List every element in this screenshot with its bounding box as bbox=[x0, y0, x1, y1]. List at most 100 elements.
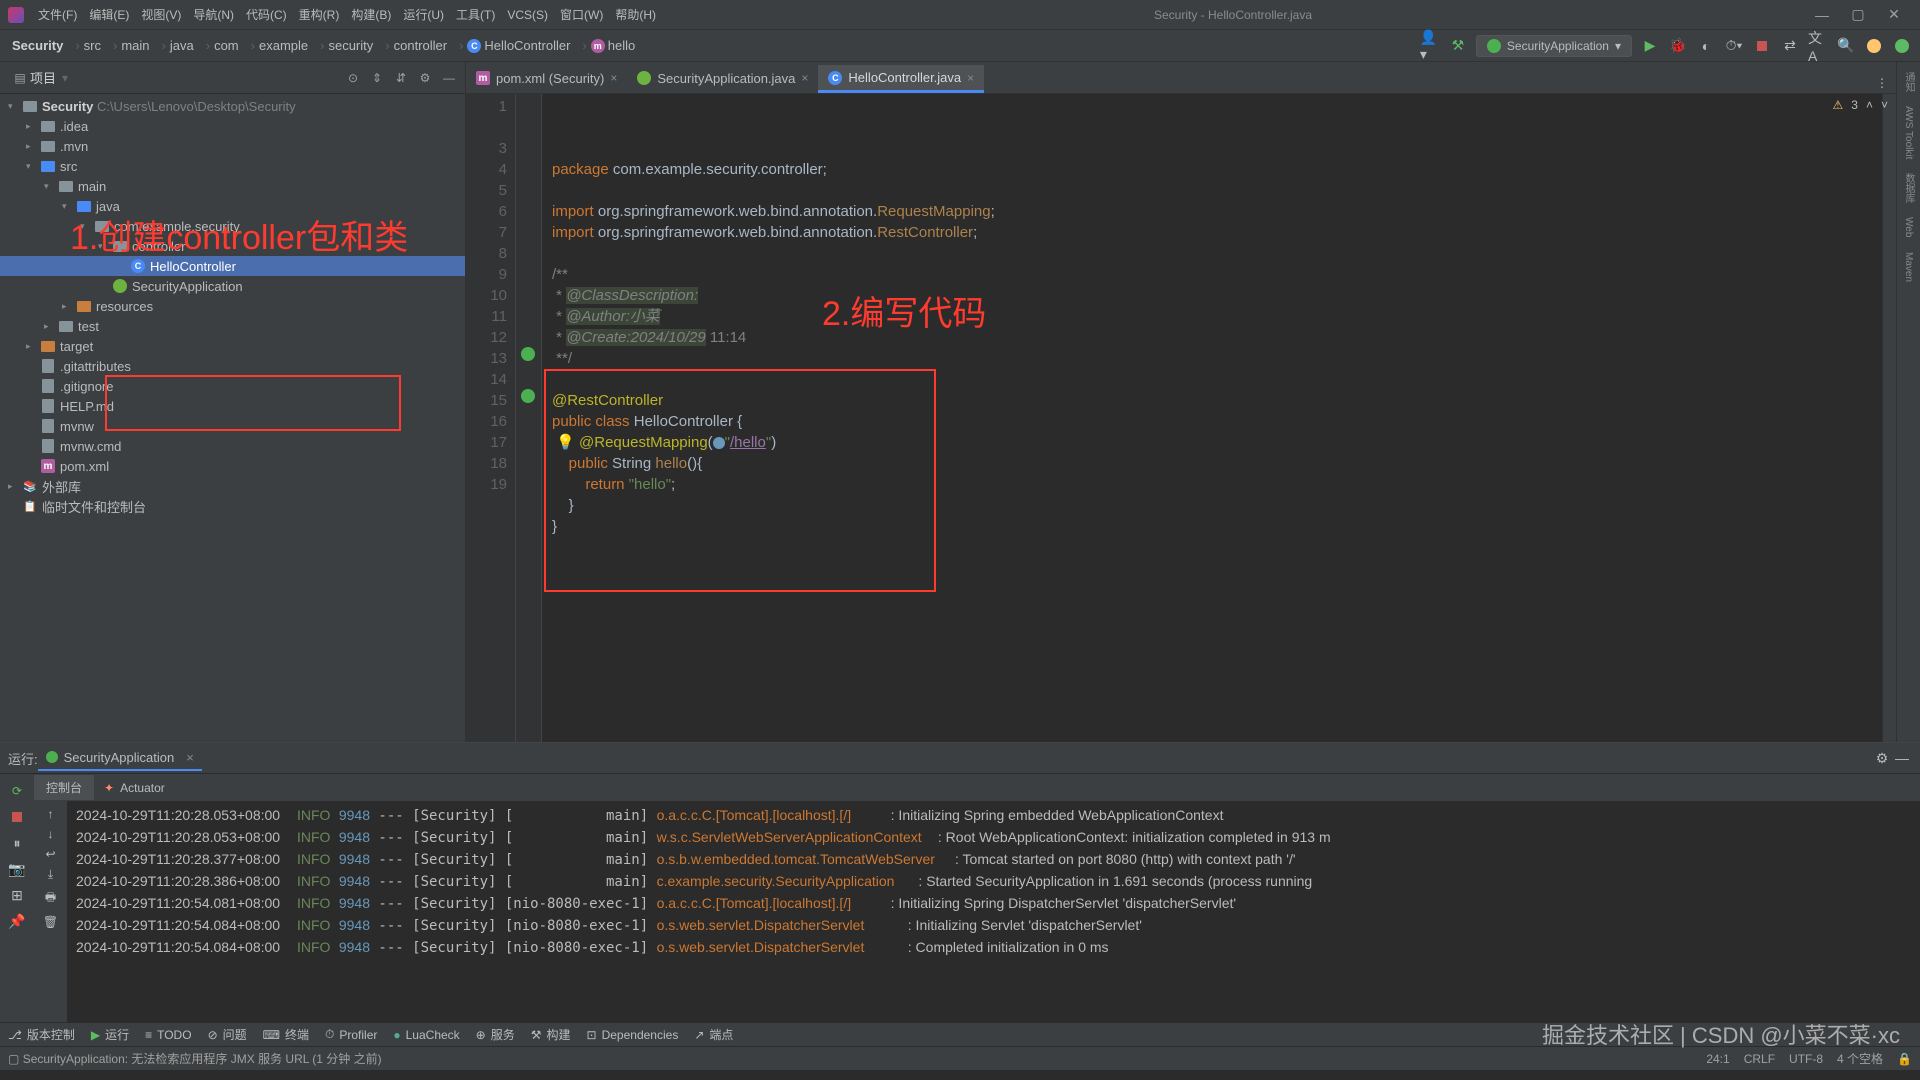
tab-hello-controller[interactable]: CHelloController.java× bbox=[818, 65, 984, 93]
web-tool[interactable]: Web bbox=[1903, 217, 1914, 237]
problems-tool[interactable]: ⊘问题 bbox=[208, 1026, 247, 1043]
bulb-icon[interactable]: 💡 bbox=[556, 434, 575, 451]
maximize-button[interactable]: ▢ bbox=[1840, 4, 1876, 26]
terminal-tool[interactable]: ⌨终端 bbox=[263, 1026, 309, 1043]
run-config-selector[interactable]: SecurityApplication ▾ bbox=[1476, 35, 1632, 57]
crumb-class[interactable]: HelloController bbox=[484, 38, 570, 53]
next-highlight-icon[interactable]: ˅ bbox=[1881, 98, 1888, 112]
clear-icon[interactable]: 🗑 bbox=[43, 915, 58, 929]
hide-icon[interactable]: — bbox=[439, 68, 459, 88]
tree-scratch[interactable]: 📋临时文件和控制台 bbox=[0, 496, 465, 516]
crumb-com[interactable]: com bbox=[214, 38, 239, 53]
file-encoding[interactable]: UTF-8 bbox=[1789, 1052, 1823, 1066]
hide-icon[interactable]: — bbox=[1892, 748, 1912, 768]
prev-highlight-icon[interactable]: ˄ bbox=[1866, 98, 1873, 112]
project-header-title[interactable]: 项目 bbox=[30, 68, 56, 87]
camera-icon[interactable]: 📷 bbox=[7, 859, 27, 879]
menu-view[interactable]: 视图(V) bbox=[135, 6, 187, 23]
build-hammer-icon[interactable]: ⚒ bbox=[1448, 36, 1468, 56]
tab-pom[interactable]: mpom.xml (Security)× bbox=[466, 65, 627, 93]
profiler-tool[interactable]: ⏱Profiler bbox=[325, 1027, 377, 1042]
search-icon[interactable]: 🔍 bbox=[1836, 36, 1856, 56]
rerun-button[interactable]: ⟳ bbox=[12, 784, 22, 798]
attach-debugger-icon[interactable]: ⏸ bbox=[7, 833, 27, 853]
pin-icon[interactable]: 📌 bbox=[7, 911, 27, 931]
database-tool[interactable]: 数据库 bbox=[1901, 173, 1916, 203]
todo-tool[interactable]: ≡TODO bbox=[145, 1028, 191, 1042]
minimize-button[interactable]: — bbox=[1804, 4, 1840, 26]
down-icon[interactable]: ↓ bbox=[48, 827, 54, 841]
menu-edit[interactable]: 编辑(E) bbox=[83, 6, 135, 23]
run-tool[interactable]: ▶运行 bbox=[91, 1026, 129, 1043]
tree-hello-controller[interactable]: CHelloController bbox=[0, 256, 465, 276]
code-area[interactable]: 2.编写代码 package com.example.security.cont… bbox=[542, 94, 1882, 742]
close-icon[interactable]: × bbox=[967, 71, 974, 85]
tree-pom[interactable]: mpom.xml bbox=[0, 456, 465, 476]
git-button[interactable]: ⇄ bbox=[1780, 36, 1800, 56]
crumb-main[interactable]: main bbox=[121, 38, 149, 53]
tree-resources[interactable]: ▸resources bbox=[0, 296, 465, 316]
close-icon[interactable]: × bbox=[801, 71, 808, 85]
indent-info[interactable]: 4 个空格 bbox=[1837, 1050, 1883, 1067]
crumb-method[interactable]: hello bbox=[608, 38, 635, 53]
profile-button[interactable]: ⏱▾ bbox=[1724, 36, 1744, 56]
editor-scrollbar[interactable] bbox=[1882, 94, 1896, 742]
tree-test[interactable]: ▸test bbox=[0, 316, 465, 336]
tree-root[interactable]: ▾Security C:\Users\Lenovo\Desktop\Securi… bbox=[0, 96, 465, 116]
caret-position[interactable]: 24:1 bbox=[1706, 1052, 1729, 1066]
console-output[interactable]: 2024-10-29T11:20:28.053+08:00 INFO 9948 … bbox=[68, 801, 1920, 1022]
luacheck-tool[interactable]: ●LuaCheck bbox=[393, 1028, 459, 1042]
build-tool[interactable]: ⚒构建 bbox=[531, 1026, 571, 1043]
gear-icon[interactable]: ⚙ bbox=[1872, 748, 1892, 768]
run-button[interactable]: ▶ bbox=[1640, 36, 1660, 56]
aws-toolkit-tool[interactable]: AWS Toolkit bbox=[1903, 106, 1914, 159]
vcs-tool[interactable]: ⎇版本控制 bbox=[8, 1026, 75, 1043]
tab-security-app[interactable]: SecurityApplication.java× bbox=[627, 65, 818, 93]
tree-mvn[interactable]: ▸.mvn bbox=[0, 136, 465, 156]
select-opened-icon[interactable]: ⊙ bbox=[343, 68, 363, 88]
scroll-end-icon[interactable]: ⤓ bbox=[48, 867, 53, 882]
tab-options-icon[interactable]: ⋮ bbox=[1872, 73, 1892, 93]
menu-vcs[interactable]: VCS(S) bbox=[501, 8, 554, 22]
actuator-tab[interactable]: ✦Actuator bbox=[94, 781, 175, 795]
crumb-project[interactable]: Security bbox=[8, 38, 67, 53]
line-separator[interactable]: CRLF bbox=[1744, 1052, 1775, 1066]
endpoint-hint-icon[interactable] bbox=[713, 437, 725, 449]
coverage-button[interactable]: ◐ bbox=[1696, 36, 1716, 56]
up-icon[interactable]: ↑ bbox=[48, 807, 54, 821]
tree-src[interactable]: ▾src bbox=[0, 156, 465, 176]
menu-run[interactable]: 运行(U) bbox=[397, 6, 450, 23]
maven-tool[interactable]: Maven bbox=[1903, 252, 1914, 282]
menu-build[interactable]: 构建(B) bbox=[345, 6, 397, 23]
gutter-spring-icon[interactable] bbox=[521, 347, 535, 361]
crumb-example[interactable]: example bbox=[259, 38, 308, 53]
menu-file[interactable]: 文件(F) bbox=[32, 6, 83, 23]
user-icon[interactable]: 👤▾ bbox=[1420, 36, 1440, 56]
layout-icon[interactable]: ⊞ bbox=[7, 885, 27, 905]
notifications-tool[interactable]: 通知 bbox=[1901, 72, 1916, 92]
avatar-orange[interactable] bbox=[1864, 36, 1884, 56]
dependencies-tool[interactable]: ⊡Dependencies bbox=[587, 1028, 679, 1042]
menu-code[interactable]: 代码(C) bbox=[240, 6, 293, 23]
locale-icon[interactable]: 文A bbox=[1808, 36, 1828, 56]
soft-wrap-icon[interactable]: ↩ bbox=[45, 847, 55, 861]
menu-navigate[interactable]: 导航(N) bbox=[187, 6, 240, 23]
chevron-down-icon[interactable]: ▾ bbox=[62, 71, 68, 85]
collapse-all-icon[interactable]: ⇵ bbox=[391, 68, 411, 88]
gutter-spring-icon[interactable] bbox=[521, 389, 535, 403]
inspection-bar[interactable]: ⚠3 ˄ ˅ bbox=[1833, 98, 1888, 112]
expand-all-icon[interactable]: ⇕ bbox=[367, 68, 387, 88]
run-tab-app[interactable]: SecurityApplication × bbox=[38, 746, 202, 771]
menu-window[interactable]: 窗口(W) bbox=[554, 6, 609, 23]
debug-button[interactable]: 🐞 bbox=[1668, 36, 1688, 56]
close-button[interactable]: ✕ bbox=[1876, 4, 1912, 26]
lock-icon[interactable]: 🔒 bbox=[1897, 1052, 1912, 1066]
avatar-green[interactable] bbox=[1892, 36, 1912, 56]
tree-gitattr[interactable]: .gitattributes bbox=[0, 356, 465, 376]
crumb-src[interactable]: src bbox=[84, 38, 101, 53]
menu-help[interactable]: 帮助(H) bbox=[609, 6, 662, 23]
gutter-marks[interactable] bbox=[516, 94, 542, 742]
console-tab[interactable]: 控制台 bbox=[34, 775, 94, 800]
project-tree[interactable]: 1.创建controller包和类 ▾Security C:\Users\Len… bbox=[0, 94, 465, 742]
crumb-controller[interactable]: controller bbox=[394, 38, 447, 53]
